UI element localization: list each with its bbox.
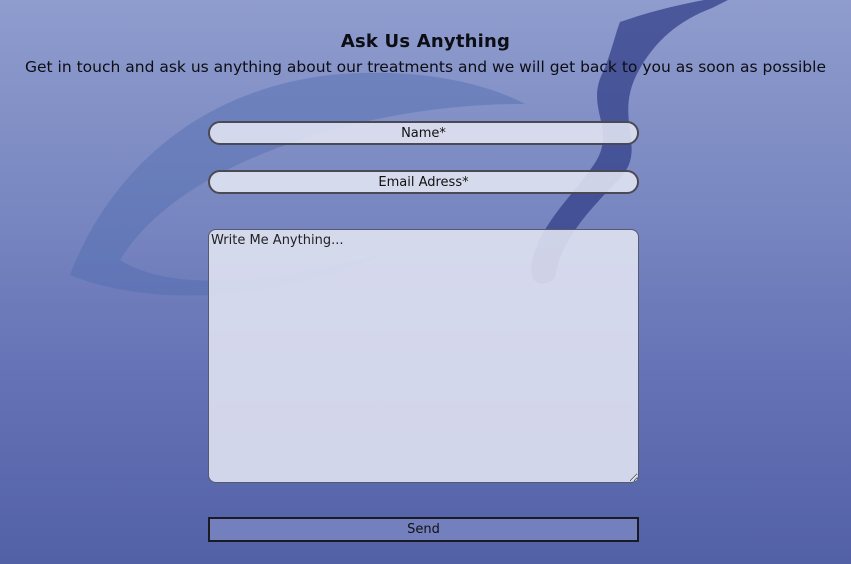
name-field[interactable] [208,121,639,145]
page-title: Ask Us Anything [340,31,511,52]
page-subtitle: Get in touch and ask us anything about o… [24,58,826,76]
message-textarea[interactable] [208,229,639,483]
contact-section: Ask Us Anything Get in touch and ask us … [0,0,851,564]
send-button[interactable]: Send [208,517,639,542]
email-field[interactable] [208,170,639,194]
